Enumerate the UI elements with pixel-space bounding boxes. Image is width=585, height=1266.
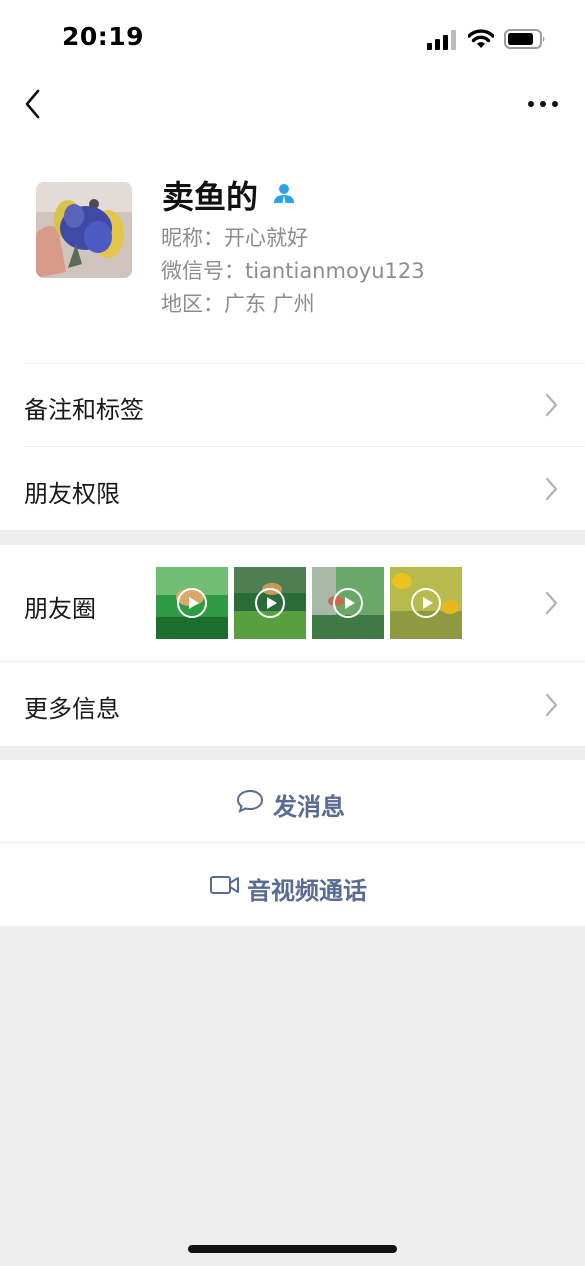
friend-permissions-label: 朋友权限 bbox=[24, 480, 120, 508]
video-camera-icon bbox=[210, 876, 239, 894]
wifi-icon bbox=[468, 29, 494, 48]
moments-thumbnail[interactable] bbox=[156, 567, 228, 639]
status-time: 20:19 bbox=[62, 22, 145, 51]
chevron-right-icon bbox=[545, 477, 558, 501]
contact-person-icon bbox=[274, 184, 294, 203]
moments-thumbnail[interactable] bbox=[312, 567, 384, 639]
moments-label: 朋友圈 bbox=[24, 595, 96, 623]
send-message-button[interactable]: 发消息 bbox=[0, 760, 585, 842]
av-call-button[interactable]: 音视频通话 bbox=[0, 843, 585, 926]
moments-thumbnail[interactable] bbox=[390, 567, 462, 639]
remarks-tags-row[interactable]: 备注和标签 bbox=[0, 364, 585, 446]
status-bar: 20:19 bbox=[0, 0, 585, 80]
home-indicator[interactable] bbox=[188, 1245, 397, 1253]
chat-bubble-icon bbox=[236, 789, 264, 813]
wechat-id-text: 微信号：tiantianmoyu123 bbox=[161, 259, 425, 283]
avatar[interactable] bbox=[36, 182, 132, 278]
cellular-signal-icon bbox=[427, 30, 456, 50]
moments-thumbnail[interactable] bbox=[234, 567, 306, 639]
more-info-label: 更多信息 bbox=[24, 695, 120, 723]
more-dots-icon[interactable] bbox=[526, 94, 560, 114]
play-icon bbox=[177, 588, 207, 618]
display-name: 卖鱼的 bbox=[162, 178, 259, 216]
play-icon bbox=[411, 588, 441, 618]
play-icon bbox=[333, 588, 363, 618]
nickname-text: 昵称：开心就好 bbox=[161, 226, 308, 250]
more-info-row[interactable]: 更多信息 bbox=[0, 662, 585, 746]
chevron-right-icon bbox=[545, 591, 558, 615]
friend-permissions-row[interactable]: 朋友权限 bbox=[0, 447, 585, 530]
battery-icon bbox=[504, 29, 545, 49]
region-text: 地区：广东 广州 bbox=[161, 292, 315, 316]
avatar-fish-photo bbox=[36, 182, 132, 278]
av-call-label: 音视频通话 bbox=[247, 877, 367, 905]
play-icon bbox=[255, 588, 285, 618]
chevron-right-icon bbox=[545, 693, 558, 717]
chevron-right-icon bbox=[545, 393, 558, 417]
back-chevron-icon[interactable] bbox=[20, 86, 48, 122]
send-message-label: 发消息 bbox=[273, 793, 345, 821]
remarks-tags-label: 备注和标签 bbox=[24, 396, 144, 424]
